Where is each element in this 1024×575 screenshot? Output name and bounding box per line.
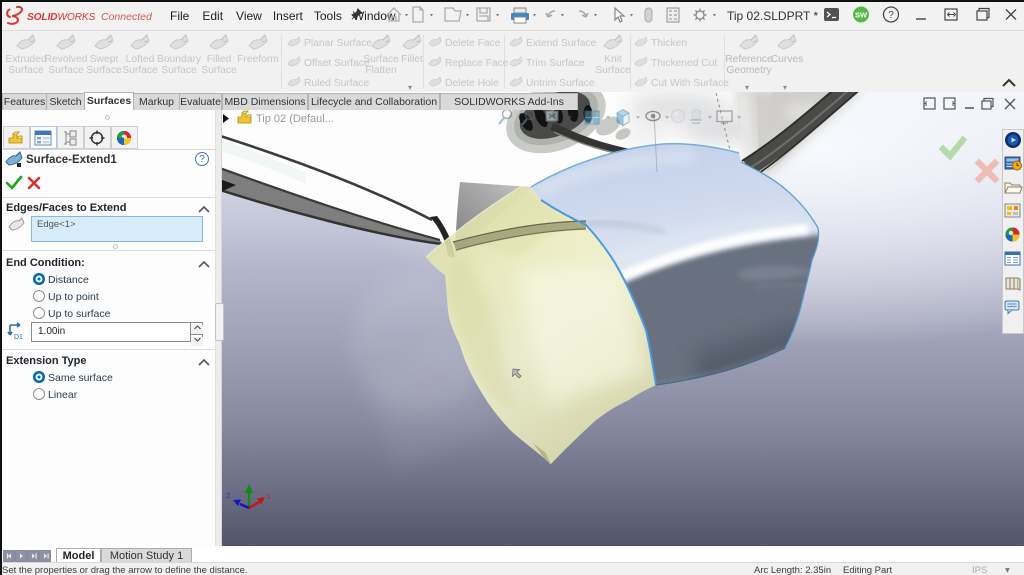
svg-text:Tip 02 (Defaul...: Tip 02 (Defaul... <box>256 113 334 125</box>
svg-text:Connected: Connected <box>101 11 153 23</box>
svg-text:X: X <box>266 494 271 501</box>
svg-text:?: ? <box>888 10 894 21</box>
svg-text:SW: SW <box>855 11 868 20</box>
svg-text:SOLIDWORKS: SOLIDWORKS <box>27 12 95 23</box>
svg-text:D1: D1 <box>14 334 23 341</box>
svg-text:Z: Z <box>226 493 231 500</box>
